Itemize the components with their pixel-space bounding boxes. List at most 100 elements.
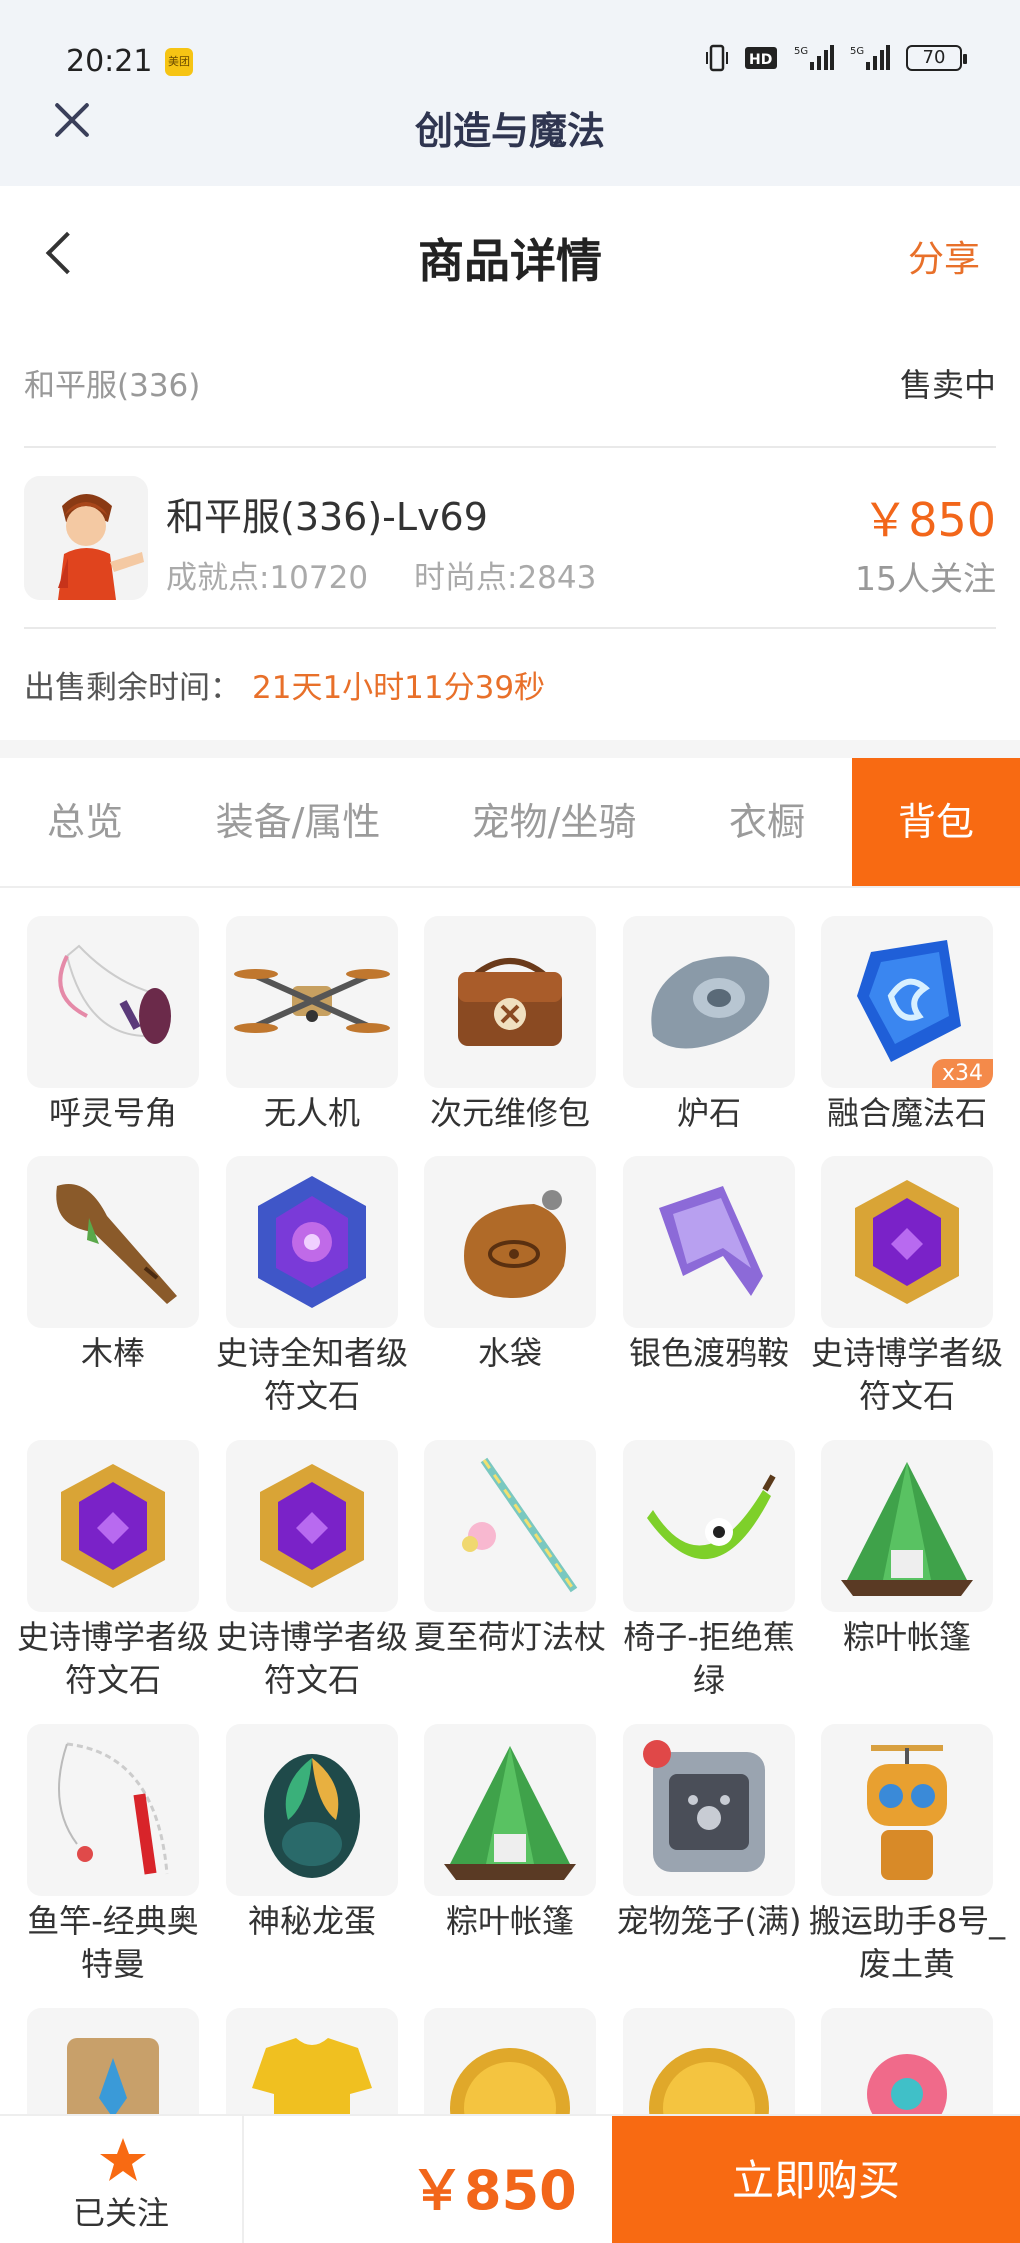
horn-icon — [27, 916, 199, 1088]
server-row: 和平服(336) 售卖中 — [24, 360, 996, 410]
rune-stone-icon — [226, 1156, 398, 1328]
inventory-item[interactable]: 粽叶帐篷 — [821, 1440, 993, 1659]
follower-count: 15人关注 — [855, 559, 996, 598]
inventory-item[interactable] — [623, 2008, 795, 2114]
hd-icon: HD — [745, 47, 777, 69]
inventory-item[interactable] — [27, 2008, 199, 2114]
svg-text:HD: HD — [749, 52, 772, 68]
item-name: 粽叶帐篷 — [842, 1618, 971, 1656]
tab-backpack[interactable]: 背包 — [852, 758, 1020, 886]
inventory-item[interactable]: 无人机 — [226, 916, 398, 1135]
item-name: 史诗博学者级符文石 — [16, 1618, 209, 1699]
inventory-item[interactable]: 次元维修包 — [424, 916, 596, 1135]
rune-stone-icon — [27, 1440, 199, 1612]
item-name: 神秘龙蛋 — [247, 1902, 376, 1940]
tab-wardrobe[interactable]: 衣橱 — [682, 758, 852, 886]
inventory-item[interactable]: 呼灵号角 — [27, 916, 199, 1135]
club-icon — [27, 1156, 199, 1328]
follow-button[interactable]: 已关注 — [0, 2116, 244, 2243]
tent-icon — [821, 1440, 993, 1612]
inventory-item[interactable] — [821, 2008, 993, 2114]
inventory-item[interactable]: 夏至荷灯法杖 — [414, 1440, 606, 1659]
status-indicators: HD 5G 5G 70 — [706, 44, 967, 72]
fishing-rod-icon — [27, 1724, 199, 1896]
item-name: 银色渡鸦鞍 — [628, 1334, 789, 1372]
inventory-item[interactable]: 史诗博学者级符文石 — [17, 1440, 209, 1702]
item-name: 宠物笼子(满) — [616, 1902, 802, 1940]
divider — [24, 446, 996, 448]
bottom-price: ￥850 — [410, 2159, 577, 2222]
water-bag-icon — [424, 1156, 596, 1328]
inventory-item[interactable]: 神秘龙蛋 — [226, 1724, 398, 1943]
inventory-item[interactable]: 搬运助手8号_废土黄 — [809, 1724, 1005, 1986]
character-avatar-icon — [24, 476, 148, 600]
inventory-item[interactable]: 史诗全知者级符文石 — [216, 1156, 408, 1418]
star-icon — [100, 2138, 146, 2181]
item-name: 史诗博学者级符文石 — [810, 1334, 1003, 1415]
meituan-badge-icon: 美团 — [165, 48, 193, 76]
inventory-item[interactable] — [226, 2008, 398, 2114]
item-name: 粽叶帐篷 — [445, 1902, 574, 1940]
inventory-grid: 呼灵号角 无人机 次元维修包 炉石 x34 融合魔法石 木棒 史诗全知者级符文石… — [0, 890, 1020, 2114]
app-title: 创造与魔法 — [414, 109, 605, 153]
listing-price: ￥850 — [862, 493, 996, 547]
item-name: 史诗全知者级符文石 — [215, 1334, 408, 1415]
saddle-icon — [623, 1156, 795, 1328]
repair-bag-icon — [424, 916, 596, 1088]
tab-bar: 总览 装备/属性 宠物/坐骑 衣橱 背包 — [0, 758, 1020, 888]
page-title: 商品详情 — [418, 234, 602, 288]
inventory-item[interactable]: 水袋 — [424, 1156, 596, 1375]
tab-equipment[interactable]: 装备/属性 — [170, 758, 426, 886]
magic-stone-icon: x34 — [821, 916, 993, 1088]
character-name: 和平服(336)-Lv69 — [166, 495, 488, 539]
shirt-icon — [226, 2008, 398, 2114]
inventory-item[interactable]: 宠物笼子(满) — [617, 1724, 801, 1943]
status-time: 20:21 — [66, 44, 153, 79]
tab-overview[interactable]: 总览 — [0, 758, 170, 886]
inventory-item[interactable]: 史诗博学者级符文石 — [811, 1156, 1003, 1418]
avatar — [24, 476, 148, 600]
fashion-points: 时尚点:2843 — [414, 560, 597, 596]
item-name: 炉石 — [676, 1094, 741, 1132]
signal-5g-icon-2: 5G — [850, 45, 890, 70]
achievement-points: 成就点:10720 — [166, 560, 369, 596]
inventory-item[interactable]: 木棒 — [27, 1156, 199, 1375]
divider — [24, 627, 996, 629]
item-name: 融合魔法石 — [826, 1094, 987, 1132]
robot-icon — [821, 1724, 993, 1896]
inventory-item[interactable]: 鱼竿-经典奥特曼 — [27, 1724, 199, 1986]
inventory-item[interactable]: 粽叶帐篷 — [424, 1724, 596, 1943]
item-name: 呼灵号角 — [48, 1094, 177, 1132]
staff-icon — [424, 1440, 596, 1612]
coin-icon — [424, 2008, 596, 2114]
inventory-item[interactable]: 银色渡鸦鞍 — [623, 1156, 795, 1375]
item-name: 搬运助手8号_废土黄 — [808, 1902, 1006, 1983]
inventory-item[interactable] — [424, 2008, 596, 2114]
hearthstone-icon — [623, 916, 795, 1088]
item-name: 椅子-拒绝蕉绿 — [623, 1618, 795, 1699]
item-name: 水袋 — [477, 1334, 542, 1372]
sale-status: 售卖中 — [899, 366, 996, 404]
inventory-item[interactable]: 炉石 — [623, 916, 795, 1135]
svg-text:5G: 5G — [794, 46, 808, 57]
pet-cage-icon — [623, 1724, 795, 1896]
bottom-action-bar: 已关注 ￥850 立即购买 — [0, 2114, 1020, 2243]
item-name: 鱼竿-经典奥特曼 — [27, 1902, 199, 1983]
tab-pets[interactable]: 宠物/坐骑 — [426, 758, 682, 886]
tent-icon — [424, 1724, 596, 1896]
item-quantity-badge: x34 — [931, 1059, 993, 1088]
share-button[interactable]: 分享 — [908, 230, 980, 282]
app-top-bar: 20:21 美团 HD 5G 5G 70 创造与魔法 — [0, 0, 1020, 186]
scroll-icon — [27, 2008, 199, 2114]
item-name: 木棒 — [80, 1334, 145, 1372]
item-name: 无人机 — [263, 1094, 360, 1132]
inventory-item[interactable]: 椅子-拒绝蕉绿 — [623, 1440, 795, 1702]
buy-now-button[interactable]: 立即购买 — [612, 2116, 1020, 2243]
inventory-item[interactable]: x34 融合魔法石 — [821, 916, 993, 1135]
rune-stone-icon — [821, 1156, 993, 1328]
banana-chair-icon — [623, 1440, 795, 1612]
inventory-item[interactable]: 史诗博学者级符文石 — [216, 1440, 408, 1702]
server-name: 和平服(336) — [24, 368, 201, 404]
rune-stone-icon — [226, 1440, 398, 1612]
item-name: 史诗博学者级符文石 — [215, 1618, 408, 1699]
